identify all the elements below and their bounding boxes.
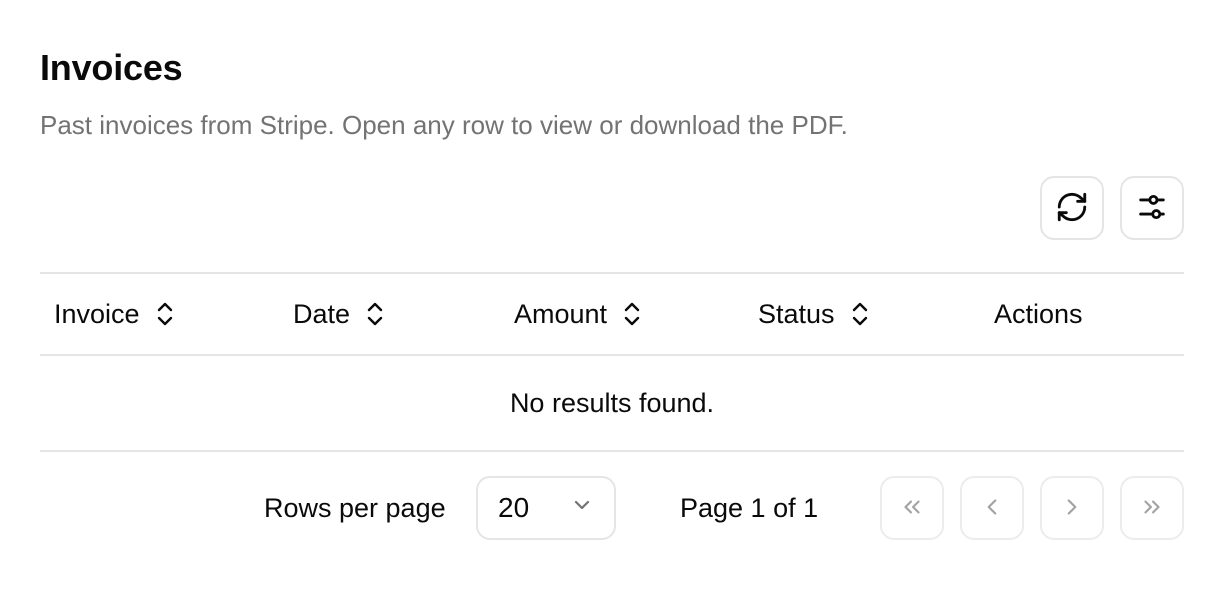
next-page-button[interactable]: [1040, 476, 1104, 540]
column-header-status[interactable]: Status: [758, 274, 871, 354]
first-page-button[interactable]: [880, 476, 944, 540]
page-title: Invoices: [40, 47, 183, 88]
chevron-right-icon: [1059, 494, 1085, 523]
rows-per-page-select[interactable]: 20: [476, 476, 616, 540]
page-subtitle: Past invoices from Stripe. Open any row …: [40, 110, 848, 140]
refresh-button[interactable]: [1040, 176, 1104, 240]
column-header-date[interactable]: Date: [293, 274, 386, 354]
view-options-button[interactable]: [1120, 176, 1184, 240]
page-navigation: [880, 476, 1184, 540]
column-label: Date: [293, 298, 351, 329]
last-page-button[interactable]: [1120, 476, 1184, 540]
column-label: Actions: [994, 298, 1083, 329]
pagination: Rows per page 20 Page 1 of 1: [0, 476, 1224, 540]
invoices-table: Invoice Date Amount Status Actions No re…: [40, 272, 1184, 452]
empty-message: No results found.: [509, 387, 715, 418]
column-header-invoice[interactable]: Invoice: [54, 274, 176, 354]
page-info: Page 1 of 1: [680, 492, 819, 523]
rows-per-page-label: Rows per page: [264, 492, 446, 523]
empty-state-row: No results found.: [40, 356, 1184, 452]
sliders-icon: [1135, 190, 1169, 227]
table-header: Invoice Date Amount Status Actions: [40, 274, 1184, 356]
sort-icon: [364, 300, 386, 328]
rows-per-page-value: 20: [498, 492, 530, 523]
sort-icon: [849, 300, 871, 328]
chevron-down-icon: [570, 492, 594, 524]
column-header-amount[interactable]: Amount: [514, 274, 643, 354]
column-header-actions: Actions: [994, 274, 1083, 354]
refresh-icon: [1055, 190, 1089, 227]
chevron-left-icon: [979, 494, 1005, 523]
table-toolbar: [1040, 176, 1184, 240]
invoices-page: Invoices Past invoices from Stripe. Open…: [0, 0, 1224, 604]
column-label: Status: [758, 298, 835, 329]
column-label: Invoice: [54, 298, 140, 329]
sort-icon: [621, 300, 643, 328]
previous-page-button[interactable]: [960, 476, 1024, 540]
sort-icon: [154, 300, 176, 328]
chevrons-left-icon: [899, 494, 925, 523]
column-label: Amount: [514, 298, 608, 329]
chevrons-right-icon: [1139, 494, 1165, 523]
